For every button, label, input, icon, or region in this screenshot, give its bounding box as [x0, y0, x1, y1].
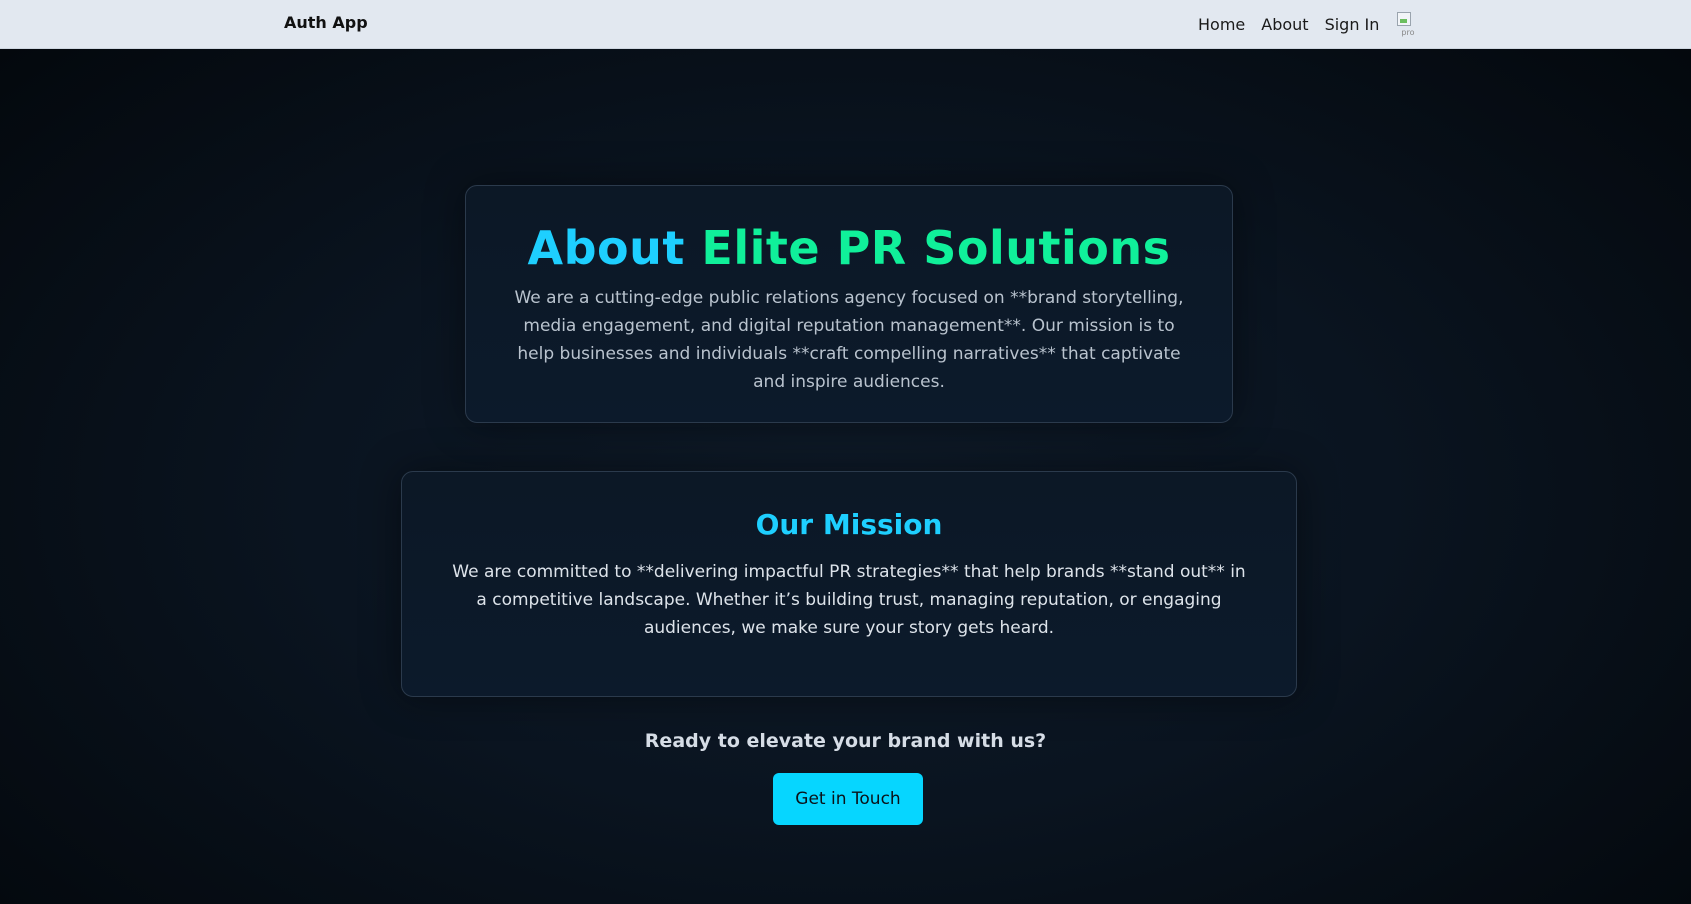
- about-title-part1: About: [527, 221, 685, 275]
- nav-link-sign-in[interactable]: Sign In: [1325, 15, 1380, 34]
- cta-heading: Ready to elevate your brand with us?: [644, 730, 1047, 752]
- about-description: We are a cutting-edge public relations a…: [514, 288, 1184, 392]
- about-title: About Elite PR Solutions: [466, 220, 1232, 276]
- avatar-alt-text: pro: [1401, 28, 1415, 37]
- top-navbar: Auth App Home About Sign In pro: [0, 0, 1691, 49]
- about-title-part2: Elite PR Solutions: [701, 221, 1171, 275]
- mission-description: We are committed to **delivering impactf…: [452, 562, 1246, 638]
- nav-link-about[interactable]: About: [1261, 15, 1308, 34]
- mission-title: Our Mission: [755, 508, 943, 541]
- about-card: About Elite PR Solutions We are a cuttin…: [465, 185, 1233, 423]
- get-in-touch-button[interactable]: Get in Touch: [773, 773, 923, 825]
- nav-links: Home About Sign In pro: [1198, 11, 1417, 37]
- brand-logo[interactable]: Auth App: [284, 13, 368, 32]
- avatar[interactable]: pro: [1395, 10, 1417, 38]
- nav-link-home[interactable]: Home: [1198, 15, 1245, 34]
- broken-image-icon: [1397, 12, 1412, 26]
- mission-card: Our Mission We are committed to **delive…: [401, 471, 1297, 697]
